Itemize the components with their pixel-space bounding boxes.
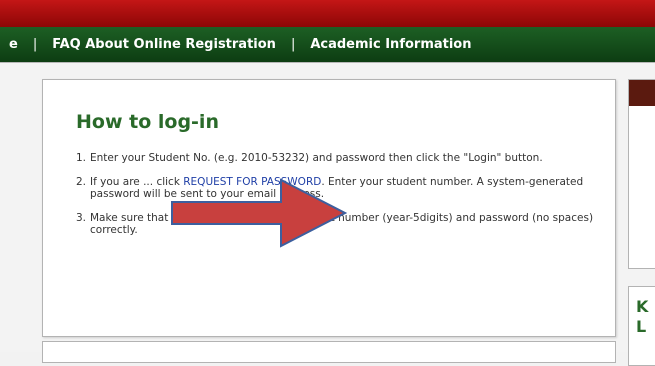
right-sidebar-box-2: KL [628,286,655,366]
nav-item-partial[interactable]: e [9,37,18,52]
right-box-2-title: KL [636,297,649,336]
step-text: Make sure that you have entered your stu… [90,211,594,237]
step-text-before: If you ar [90,175,134,188]
step-number: 1. [76,152,87,164]
nav-item-faq[interactable]: FAQ About Online Registration [52,37,276,52]
main-nav: e | FAQ About Online Registration | Acad… [0,27,655,63]
login-step: 1. Enter your Student No. (e.g. 2010-532… [76,152,606,165]
step-text: Enter your Student No. (e.g. 2010-53232)… [90,152,543,164]
step-text: If you are ... click REQUEST FOR PASSWOR… [90,176,606,201]
right-arrow-icon [171,178,347,248]
step-number: 2. [76,175,87,188]
top-banner [0,0,655,27]
right-box-header [629,80,655,106]
step-text-hidden: e ... clic [133,175,174,188]
nav-separator: | [290,37,296,52]
nav-item-academic-information[interactable]: Academic Information [310,37,471,52]
bottom-panel [42,341,616,363]
panel-title: How to log-in [76,111,219,133]
nav-separator: | [32,37,38,52]
step-number: 3. [76,211,87,224]
right-sidebar-box [628,79,655,269]
